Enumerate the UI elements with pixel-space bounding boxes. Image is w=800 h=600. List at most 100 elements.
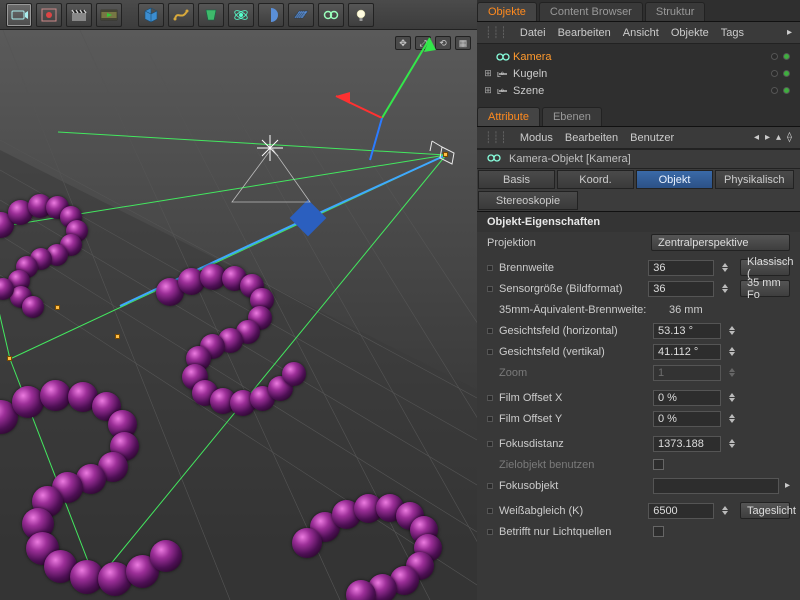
- selection-handle[interactable]: [115, 334, 120, 339]
- deformer-tool[interactable]: [198, 3, 224, 27]
- zoom-field: 1: [653, 365, 721, 381]
- anim-dot[interactable]: [487, 441, 493, 447]
- clapper-tool[interactable]: [66, 3, 92, 27]
- animation-tool[interactable]: [96, 3, 122, 27]
- anim-dot[interactable]: [487, 349, 493, 355]
- spinner[interactable]: [720, 281, 730, 297]
- svg-text:L⁰: L⁰: [497, 71, 504, 79]
- 3d-viewport[interactable]: ✥ ⤢ ⟲ ▦: [0, 30, 477, 600]
- object-manager[interactable]: Kamera ⊞ L⁰ Kugeln ⊞ L⁰ Szene: [477, 44, 800, 105]
- grip-icon: ┊┊┊: [485, 131, 508, 144]
- prop-zielobj: Zielobjekt benutzen: [477, 454, 800, 475]
- camera-tool[interactable]: [318, 3, 344, 27]
- spline-tool[interactable]: [168, 3, 194, 27]
- prop-label: Fokusobjekt: [499, 480, 647, 492]
- subtab-stereoskopie[interactable]: Stereoskopie: [478, 191, 578, 210]
- selection-handle[interactable]: [55, 305, 60, 310]
- subtab-objekt[interactable]: Objekt: [636, 170, 713, 189]
- whitebal-field[interactable]: 6500: [648, 503, 714, 519]
- anim-dot[interactable]: [487, 328, 493, 334]
- expander-icon[interactable]: ⊞: [481, 68, 495, 79]
- film-y-field[interactable]: 0 %: [653, 411, 721, 427]
- tab-objekte[interactable]: Objekte: [477, 2, 537, 21]
- subtab-koord[interactable]: Koord.: [557, 170, 634, 189]
- nav-up-icon[interactable]: ▴: [776, 132, 781, 143]
- spinner[interactable]: [720, 503, 730, 519]
- subtab-physikalisch[interactable]: Physikalisch: [715, 170, 794, 189]
- anim-dot[interactable]: [487, 529, 493, 535]
- boole-tool[interactable]: [258, 3, 284, 27]
- subtab-basis[interactable]: Basis: [478, 170, 555, 189]
- record-tool[interactable]: [36, 3, 62, 27]
- anim-dot[interactable]: [487, 483, 493, 489]
- lock-icon[interactable]: ⟠: [787, 132, 792, 143]
- objects-menu: ┊┊┊ Datei Bearbeiten Ansicht Objekte Tag…: [477, 22, 800, 44]
- menu-datei[interactable]: Datei: [520, 27, 546, 39]
- prop-label: 35mm-Äquivalent-Brennweite:: [499, 304, 663, 316]
- movie-tool[interactable]: [6, 3, 32, 27]
- nav-back-icon[interactable]: ◂: [754, 132, 759, 143]
- svg-text:L⁰: L⁰: [497, 88, 504, 96]
- fokusobj-field[interactable]: [653, 478, 779, 494]
- prop-brennweite: Brennweite 36 Klassisch (: [477, 257, 800, 278]
- object-row-kugeln[interactable]: ⊞ L⁰ Kugeln: [477, 65, 800, 82]
- null-icon: L⁰: [495, 85, 511, 97]
- prop-label: Film Offset X: [499, 392, 647, 404]
- prop-film-y: Film Offset Y 0 %: [477, 408, 800, 429]
- overflow-icon[interactable]: ▸: [787, 27, 792, 38]
- sensor-field[interactable]: 36: [648, 281, 714, 297]
- spinner[interactable]: [727, 436, 737, 452]
- brennweite-preset[interactable]: Klassisch (: [740, 259, 790, 276]
- menu-modus[interactable]: Modus: [520, 132, 553, 144]
- light-tool[interactable]: [348, 3, 374, 27]
- expander-icon[interactable]: ⊞: [481, 85, 495, 96]
- prop-lightonly: Betrifft nur Lichtquellen: [477, 521, 800, 542]
- picker-icon[interactable]: ▸: [785, 480, 790, 491]
- right-panels: Objekte Content Browser Struktur ┊┊┊ Dat…: [477, 0, 800, 600]
- floor-tool[interactable]: [288, 3, 314, 27]
- menu-tags[interactable]: Tags: [721, 27, 744, 39]
- spinner[interactable]: [727, 344, 737, 360]
- spinner[interactable]: [720, 260, 730, 276]
- film-x-field[interactable]: 0 %: [653, 390, 721, 406]
- spinner[interactable]: [727, 390, 737, 406]
- atom-tool[interactable]: [228, 3, 254, 27]
- zielobj-checkbox[interactable]: [653, 459, 664, 470]
- anim-dot[interactable]: [487, 286, 493, 292]
- anim-dot[interactable]: [487, 395, 493, 401]
- spinner: [727, 365, 737, 381]
- nav-fwd-icon[interactable]: ▸: [765, 132, 770, 143]
- tab-attribute[interactable]: Attribute: [477, 107, 540, 126]
- menu-ansicht[interactable]: Ansicht: [623, 27, 659, 39]
- sensor-preset[interactable]: 35 mm Fo: [740, 280, 790, 297]
- tab-struktur[interactable]: Struktur: [645, 2, 706, 21]
- brennweite-field[interactable]: 36: [648, 260, 714, 276]
- anim-dot[interactable]: [487, 508, 493, 514]
- spinner[interactable]: [727, 411, 737, 427]
- selection-handle[interactable]: [443, 152, 448, 157]
- prop-projection: Projektion Zentralperspektive: [477, 232, 800, 253]
- fov-h-field[interactable]: 53.13 °: [653, 323, 721, 339]
- prop-label: Gesichtsfeld (horizontal): [499, 325, 647, 337]
- tab-ebenen[interactable]: Ebenen: [542, 107, 602, 126]
- attribute-object-title: Kamera-Objekt [Kamera]: [509, 153, 631, 165]
- menu-benutzer[interactable]: Benutzer: [630, 132, 674, 144]
- tab-content-browser[interactable]: Content Browser: [539, 2, 643, 21]
- focus-field[interactable]: 1373.188: [653, 436, 721, 452]
- whitebal-preset[interactable]: Tageslicht: [740, 502, 790, 519]
- anim-dot[interactable]: [487, 416, 493, 422]
- menu-bearbeiten[interactable]: Bearbeiten: [558, 27, 611, 39]
- prop-label: Gesichtsfeld (vertikal): [499, 346, 647, 358]
- object-row-szene[interactable]: ⊞ L⁰ Szene: [477, 82, 800, 99]
- cube-tool[interactable]: [138, 3, 164, 27]
- projection-dropdown[interactable]: Zentralperspektive: [651, 234, 790, 251]
- lightonly-checkbox[interactable]: [653, 526, 664, 537]
- prop-sensor: Sensorgröße (Bildformat) 36 35 mm Fo: [477, 278, 800, 299]
- anim-dot[interactable]: [487, 265, 493, 271]
- fov-v-field[interactable]: 41.112 °: [653, 344, 721, 360]
- menu-bearbeiten[interactable]: Bearbeiten: [565, 132, 618, 144]
- selection-handle[interactable]: [7, 356, 12, 361]
- object-row-kamera[interactable]: Kamera: [477, 48, 800, 65]
- spinner[interactable]: [727, 323, 737, 339]
- menu-objekte[interactable]: Objekte: [671, 27, 709, 39]
